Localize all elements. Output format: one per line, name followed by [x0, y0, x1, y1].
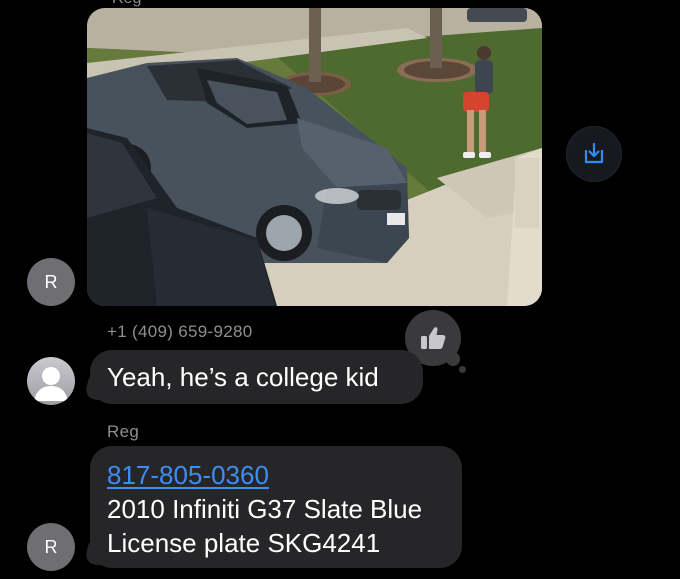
- save-button[interactable]: [566, 126, 622, 182]
- message-text: Yeah, he’s a college kid: [107, 362, 379, 392]
- tapback-tail-dot-small: [459, 366, 466, 373]
- vehicle-description: 2010 Infiniti G37 Slate Blue: [107, 494, 423, 524]
- message-text-block: 817-805-0360 2010 Infiniti G37 Slate Blu…: [107, 458, 422, 560]
- thumbs-up-icon: [421, 327, 446, 349]
- top-sender-name: Reg: [112, 0, 141, 8]
- license-plate-text: License plate SKG4241: [107, 528, 381, 558]
- share-save-icon: [584, 142, 604, 164]
- phone-number-link[interactable]: 817-805-0360: [107, 460, 269, 490]
- avatar-reg-bottom[interactable]: R: [27, 523, 75, 571]
- avatar-contact[interactable]: [27, 357, 75, 405]
- driveway-photo: [87, 8, 542, 306]
- photo-attachment[interactable]: [87, 8, 542, 306]
- tapback-tail-dot: [446, 352, 460, 366]
- message-bubble[interactable]: Yeah, he’s a college kid: [90, 350, 423, 404]
- person-icon: [34, 367, 68, 401]
- avatar-initial: R: [44, 271, 58, 292]
- avatar-reg-top[interactable]: R: [27, 258, 75, 306]
- avatar-initial: R: [44, 536, 58, 557]
- message-bubble[interactable]: 817-805-0360 2010 Infiniti G37 Slate Blu…: [90, 446, 462, 568]
- sender-label: +1 (409) 659-9280: [107, 322, 253, 341]
- sender-label: Reg: [107, 422, 140, 441]
